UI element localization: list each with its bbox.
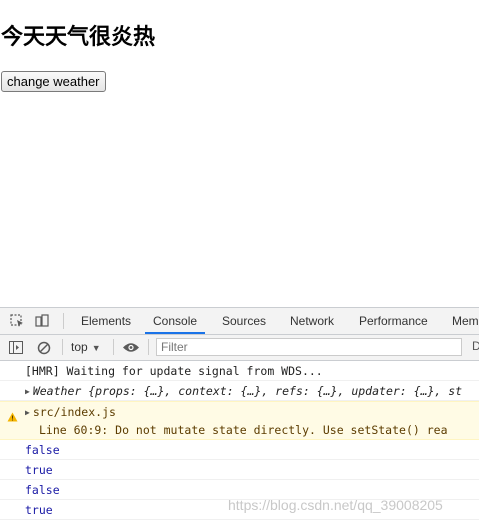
tab-elements[interactable]: Elements [80,308,132,334]
toolbar-separator [62,339,63,355]
context-label: top [71,340,88,354]
filter-input[interactable] [156,338,462,356]
expand-triangle-icon[interactable]: ▶ [25,408,30,417]
log-text: [HMR] Waiting for update signal from WDS… [25,364,323,378]
devtools-panel: Elements Console Sources Network Perform… [0,307,479,525]
clear-console-icon[interactable] [37,341,51,355]
change-weather-button[interactable]: change weather [1,71,106,92]
object-preview: {props: {…}, context: {…}, refs: {…}, up… [88,384,463,398]
inspect-element-icon[interactable] [10,314,24,328]
warning-icon [7,408,18,422]
console-message-warning[interactable]: ▶ src/index.js Line 60:9: Do not mutate s… [0,401,479,440]
console-message-value: true [0,460,479,480]
tab-memory[interactable]: Mem [451,308,479,334]
device-toolbar-icon[interactable] [35,314,49,328]
tab-separator [63,313,64,329]
eye-icon[interactable] [122,341,140,355]
console-message-object[interactable]: ▶ Weather {props: {…}, context: {…}, refs… [0,381,479,401]
toolbar-separator [113,339,114,355]
console-toolbar: top▼ D [0,335,479,361]
tab-performance[interactable]: Performance [358,308,429,334]
toolbar-separator [148,339,149,355]
chevron-down-icon: ▼ [91,343,101,353]
page-heading: 今天天气很炎热 [1,25,156,50]
devtools-tab-bar: Elements Console Sources Network Perform… [0,308,479,335]
watermark: https://blog.csdn.net/qq_39008205 [228,497,443,513]
show-sidebar-icon[interactable] [9,341,23,355]
context-selector[interactable]: top ▼ [71,335,101,360]
object-name: Weather [32,384,82,398]
tab-sources[interactable]: Sources [221,308,267,334]
tab-network[interactable]: Network [289,308,335,334]
expand-triangle-icon[interactable]: ▶ [25,387,30,396]
tab-console[interactable]: Console [145,308,206,334]
default-levels-dropdown[interactable]: D [472,339,479,353]
console-message-value: false [0,440,479,460]
warning-source[interactable]: src/index.js [33,405,116,419]
warning-detail: Line 60:9: Do not mutate state directly.… [39,423,448,437]
console-message-log: [HMR] Waiting for update signal from WDS… [0,361,479,381]
